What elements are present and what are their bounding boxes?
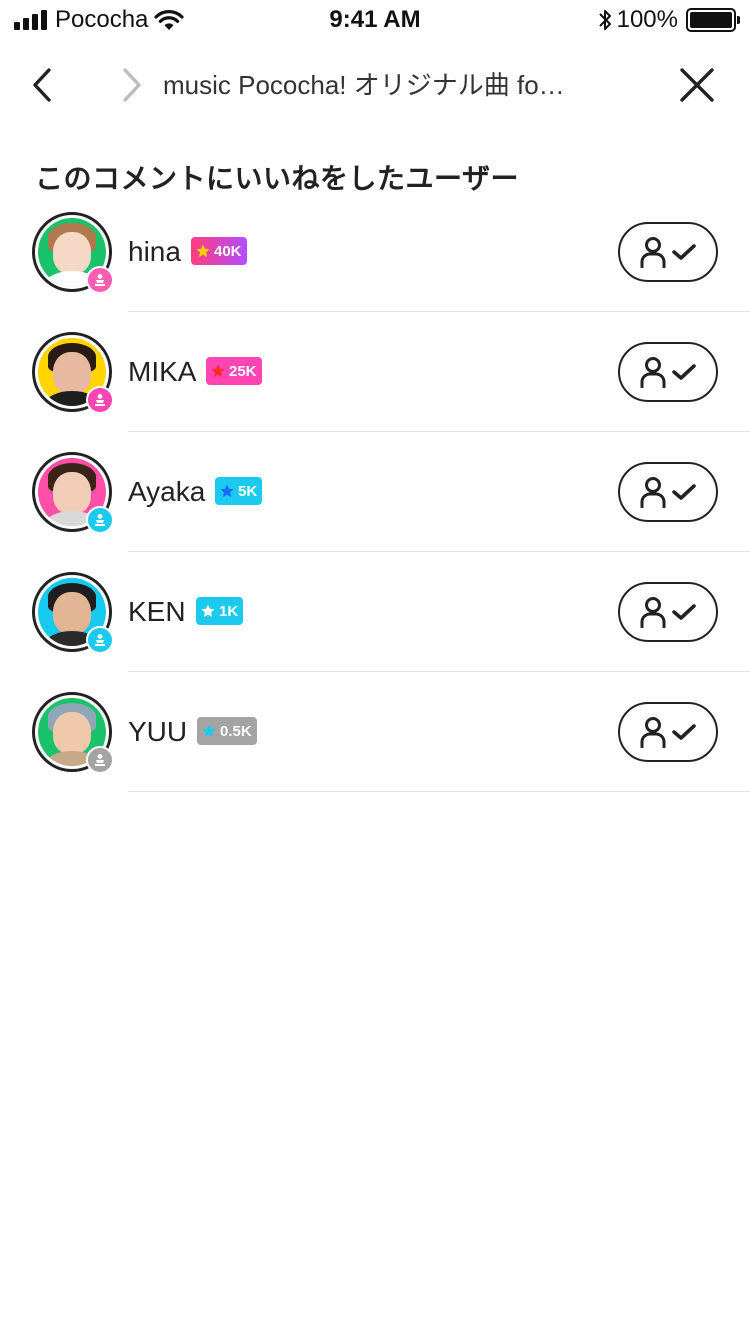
user-outline-icon [640, 357, 666, 388]
user-outline-icon [640, 597, 666, 628]
row-divider [128, 791, 750, 792]
following-button[interactable] [618, 222, 718, 282]
following-button[interactable] [618, 702, 718, 762]
forward-button[interactable] [112, 62, 152, 108]
checkmark-icon [672, 604, 696, 620]
following-button[interactable] [618, 462, 718, 522]
list-item[interactable]: KEN 1K [0, 552, 750, 672]
liked-users-list: hina 40K MIKA 25K Ayaka 5K KEN 1K YUU 0.… [0, 192, 750, 792]
checkmark-icon [672, 244, 696, 260]
checkmark-icon [672, 484, 696, 500]
user-name[interactable]: MIKA [128, 352, 196, 392]
fan-count: 40K [214, 242, 242, 260]
chevron-right-icon [123, 68, 141, 102]
rank-badge-icon [86, 386, 114, 414]
battery-percentage: 100% [616, 6, 678, 33]
fan-count-badge: 5K [215, 477, 263, 505]
navigation-bar: music Pococha! オリジナル曲 fo… [0, 40, 750, 130]
battery-icon [686, 8, 740, 32]
status-bar-right: 100% [597, 6, 740, 34]
avatar[interactable] [32, 332, 114, 414]
page-title: music Pococha! オリジナル曲 fo… [163, 70, 565, 100]
avatar[interactable] [32, 452, 114, 534]
checkmark-icon [672, 364, 696, 380]
star-icon [200, 603, 216, 619]
fan-count-badge: 0.5K [197, 717, 257, 745]
avatar[interactable] [32, 572, 114, 654]
star-icon [210, 363, 226, 379]
chevron-left-icon [33, 68, 51, 102]
list-item[interactable]: YUU 0.5K [0, 672, 750, 792]
fan-count-badge: 40K [191, 237, 247, 265]
following-button[interactable] [618, 342, 718, 402]
star-icon [195, 243, 211, 259]
avatar[interactable] [32, 692, 114, 774]
fan-count: 0.5K [220, 722, 252, 740]
user-name[interactable]: YUU [128, 712, 187, 752]
user-name[interactable]: hina [128, 232, 181, 272]
fan-count: 25K [229, 362, 257, 380]
liked-users-heading: このコメントにいいねをしたユーザー [35, 163, 519, 194]
star-icon [201, 723, 217, 739]
status-bar: Pococha 9:41 AM 100% [0, 0, 750, 40]
user-outline-icon [640, 477, 666, 508]
avatar[interactable] [32, 212, 114, 294]
list-item[interactable]: MIKA 25K [0, 312, 750, 432]
user-name[interactable]: Ayaka [128, 472, 205, 512]
list-item[interactable]: Ayaka 5K [0, 432, 750, 552]
following-button[interactable] [618, 582, 718, 642]
user-name[interactable]: KEN [128, 592, 186, 632]
checkmark-icon [672, 724, 696, 740]
fan-count-badge: 25K [206, 357, 262, 385]
rank-badge-icon [86, 266, 114, 294]
back-button[interactable] [22, 62, 62, 108]
rank-badge-icon [86, 506, 114, 534]
user-outline-icon [640, 237, 666, 268]
list-item[interactable]: hina 40K [0, 192, 750, 312]
close-icon [680, 68, 714, 102]
fan-count: 1K [219, 602, 239, 620]
rank-badge-icon [86, 746, 114, 774]
rank-badge-icon [86, 626, 114, 654]
bluetooth-icon [598, 10, 611, 30]
user-outline-icon [640, 717, 666, 748]
fan-count: 5K [238, 482, 258, 500]
close-button[interactable] [674, 62, 720, 108]
star-icon [219, 483, 235, 499]
fan-count-badge: 1K [196, 597, 244, 625]
